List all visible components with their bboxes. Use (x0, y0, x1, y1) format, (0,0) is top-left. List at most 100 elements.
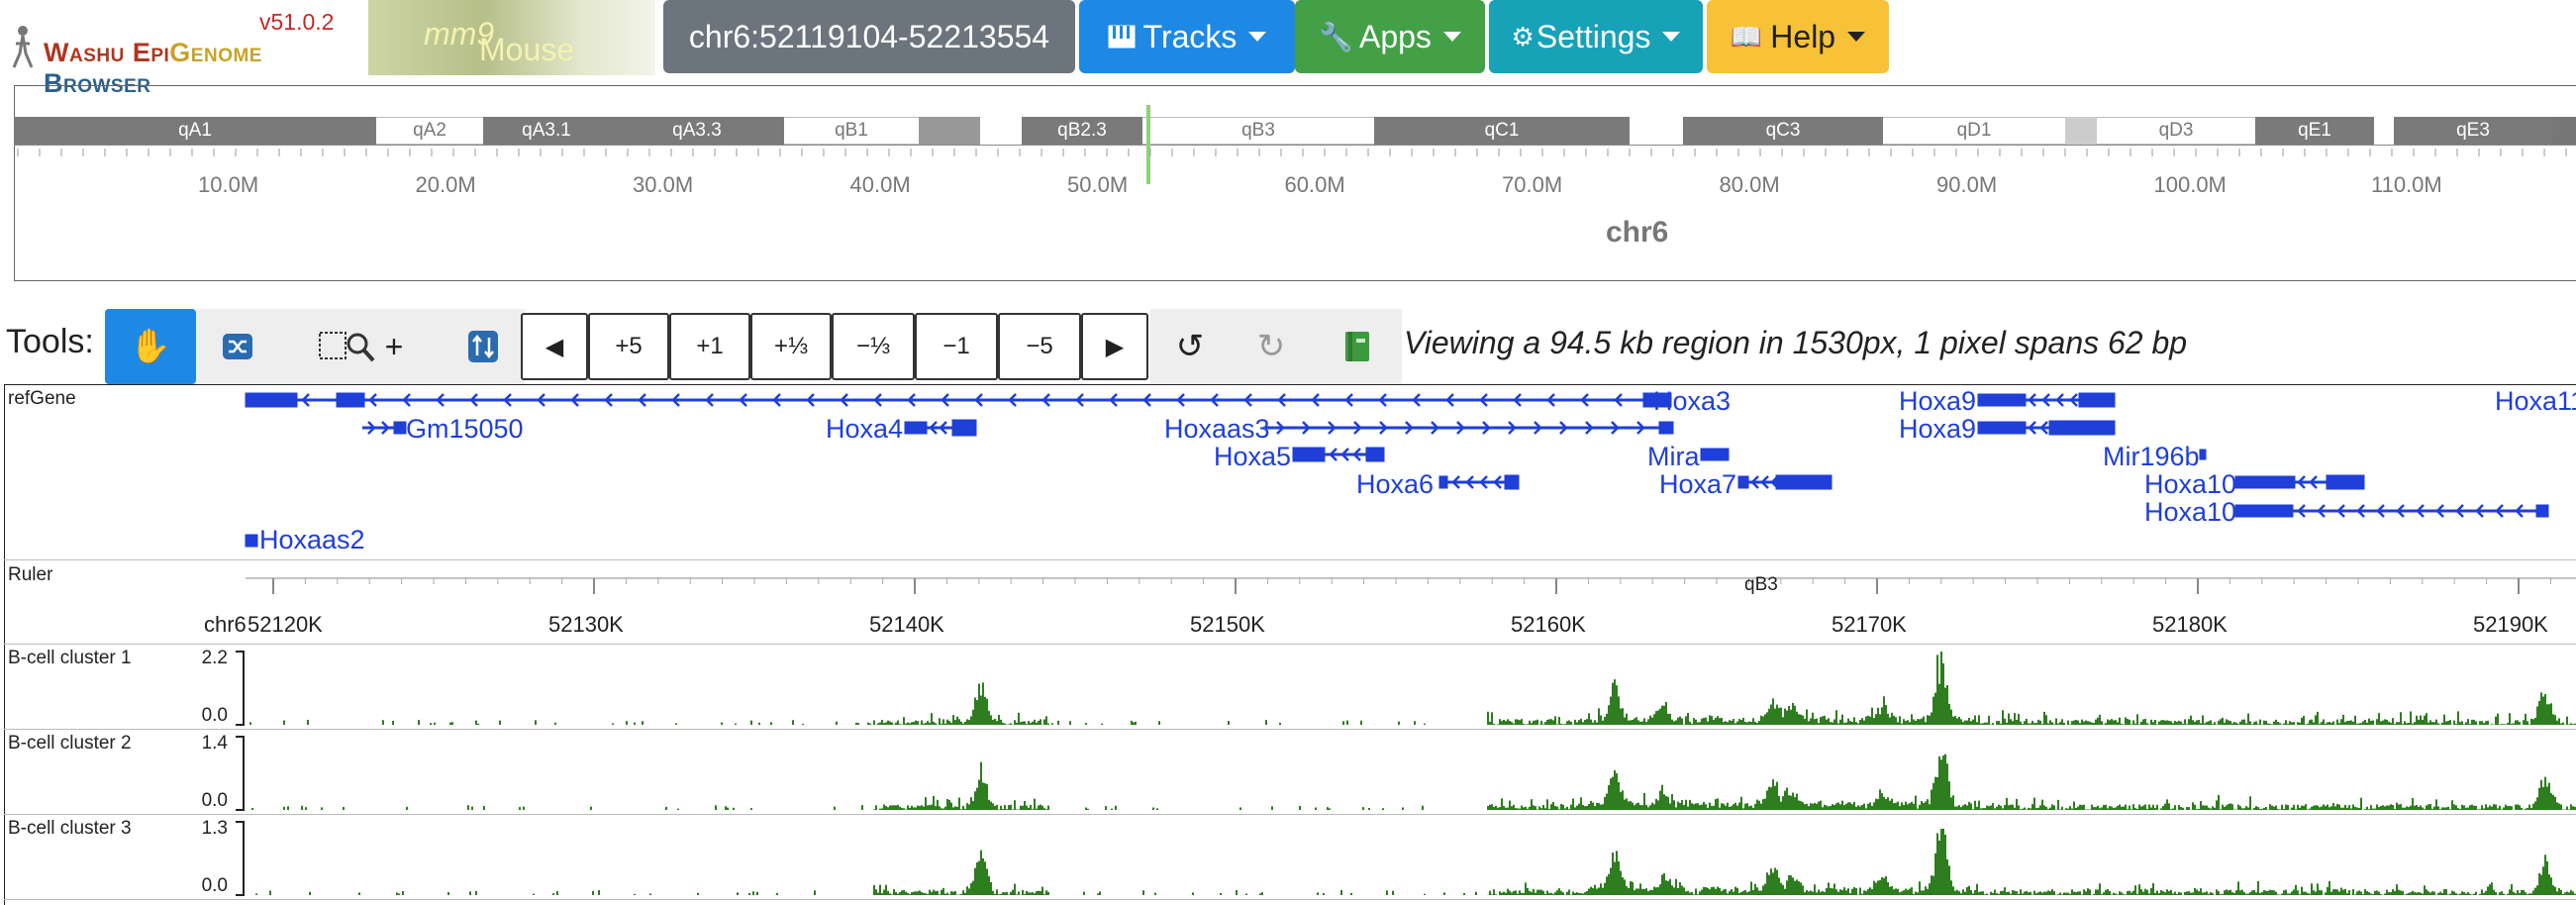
logo-figure-icon (12, 26, 34, 68)
hand-icon: ✋ (129, 328, 172, 365)
gene-label[interactable]: Hoxa5 (1214, 442, 1291, 472)
gene-label[interactable]: Hoxaas2 (259, 525, 365, 555)
ideogram-band: qC1 (1374, 117, 1630, 145)
ideogram-band: qB3 (1142, 117, 1374, 145)
gene-label[interactable]: Hoxa9 (1899, 386, 1976, 417)
gene-label[interactable]: Hoxa9 (1899, 414, 1976, 445)
shuffle-icon (223, 334, 252, 359)
signal-area (246, 829, 2576, 895)
ideogram-tick-label: 70.0M (1502, 172, 1563, 197)
ideogram-band: qA1 (14, 117, 376, 145)
sync-tool-button[interactable] (442, 309, 525, 384)
tools-label: Tools: (6, 323, 94, 360)
ideogram-band-segment (980, 117, 1022, 145)
ideogram-band-segment (2065, 117, 2097, 145)
ruler-tick-label: 52130K (548, 612, 624, 637)
book-open-icon: 📖 (1730, 21, 1763, 51)
tracks-menu-button[interactable]: Tracks (1079, 0, 1295, 73)
reorder-tool-button[interactable] (196, 309, 279, 384)
ideogram-tick-label: 60.0M (1284, 172, 1345, 197)
redo-icon: ↻ (1256, 328, 1286, 365)
ideogram-tick-label: 80.0M (1719, 172, 1780, 197)
gene-label[interactable]: Gm15050 (406, 414, 524, 445)
ideogram-band: qA2 (376, 117, 483, 145)
book-icon (1345, 332, 1369, 361)
signal-area (246, 754, 2576, 810)
ideogram-band-segment (2374, 117, 2394, 145)
signal-area (246, 652, 2576, 725)
genome-banner[interactable]: Mouse mm9 (368, 0, 655, 75)
gene-label[interactable]: Hoxa10 (2144, 497, 2236, 528)
app-version: v51.0.2 (259, 9, 335, 35)
pan-right-button[interactable]: ▶ (1081, 313, 1148, 380)
ideogram-baseline (14, 145, 2576, 146)
ideogram-band: qA3.3 (610, 117, 784, 145)
ruler-tick-label: 52120K (248, 612, 323, 637)
redo-button[interactable]: ↻ (1230, 309, 1313, 384)
ideogram-minor-ticks (17, 149, 2567, 156)
zoom-box-tool-button[interactable]: + (279, 309, 442, 384)
gear-icon: ⚙ (1511, 21, 1535, 51)
ruler-tick-label: 52150K (1190, 612, 1265, 637)
gene-label[interactable]: Hoxa6 (1356, 469, 1434, 500)
gene-label[interactable]: Hoxaas3 (1164, 414, 1270, 445)
signal-plot[interactable] (0, 729, 2576, 814)
ideogram-tick-label: 90.0M (1936, 172, 1998, 197)
zoom-box-icon (318, 332, 375, 362)
piano-icon (1108, 25, 1136, 49)
settings-menu-button[interactable]: ⚙ Settings (1489, 0, 1703, 73)
zoom-in-5-button[interactable]: +5 (588, 313, 669, 380)
genome-label: Mouse mm9 (424, 16, 575, 67)
undo-icon: ↺ (1175, 328, 1205, 365)
zoom-out-1-button[interactable]: −1 (915, 313, 998, 380)
ruler-tick-label: 52170K (1832, 612, 1907, 637)
zoom-in-1-button[interactable]: +1 (669, 313, 750, 380)
ideogram-band: qA3.1 (483, 117, 610, 145)
ideogram-band-segment (2552, 117, 2576, 145)
ruler-chrom-label: chr6 (204, 612, 247, 637)
signal-plot[interactable] (0, 644, 2576, 729)
gene-label[interactable]: Hoxa10 (2144, 469, 2236, 500)
zoom-out-third-button[interactable]: −⅓ (832, 313, 915, 380)
ideogram-band: qE1 (2255, 117, 2374, 145)
gene-label[interactable]: Hoxa11 (2495, 386, 2576, 417)
ruler-tick-label: 52190K (2473, 612, 2548, 637)
ideogram-tick-label: 40.0M (849, 172, 911, 197)
region-button[interactable]: chr6:52119104-52213554 (663, 0, 1075, 73)
navbar: v51.0.2 Washu EpiGenome Browser Mouse mm… (0, 0, 2576, 98)
ideogram-chrom-label: chr6 (1606, 216, 1669, 249)
ideogram-band: qD3 (2097, 117, 2255, 145)
ideogram-tick-label: 10.0M (198, 172, 259, 197)
session-book-button[interactable] (1313, 309, 1402, 384)
gene-label[interactable]: Hoxa3 (1653, 386, 1731, 417)
gene-label[interactable]: Mira (1647, 442, 1700, 472)
ideogram-tick-label: 50.0M (1067, 172, 1129, 197)
zoom-out-5-button[interactable]: −5 (998, 313, 1081, 380)
ruler-tick-label: 52180K (2152, 612, 2228, 637)
track-separator (4, 899, 2576, 900)
ideogram-band-segment (919, 117, 980, 145)
gene-label[interactable]: Hoxa4 (826, 414, 903, 445)
ruler-band-label: qB3 (1744, 574, 1778, 595)
undo-button[interactable]: ↺ (1150, 309, 1230, 384)
help-menu-button[interactable]: 📖 Help (1707, 0, 1889, 73)
sync-icon (468, 331, 498, 362)
signal-plot[interactable] (0, 814, 2576, 899)
gene-label[interactable]: Hoxa7 (1659, 469, 1736, 500)
wrench-icon: 🔧 (1319, 21, 1353, 52)
ruler-tick-label: 52140K (869, 612, 944, 637)
ideogram-band: qB1 (784, 117, 919, 145)
drag-tool-button[interactable]: ✋ (105, 309, 196, 384)
gene-label[interactable]: Mir196b (2103, 442, 2200, 472)
ideogram-band: qB2.3 (1022, 117, 1142, 145)
ideogram-band: qE3 (2394, 117, 2552, 145)
zoom-in-third-button[interactable]: +⅓ (750, 313, 832, 380)
current-region-marker (1146, 105, 1150, 184)
pan-left-button[interactable]: ◀ (521, 313, 588, 380)
browser-logo[interactable]: v51.0.2 Washu EpiGenome Browser (0, 0, 368, 98)
ideogram-band-segment (1630, 117, 1683, 145)
ideogram-band: qD1 (1883, 117, 2065, 145)
ruler-tick-label: 52160K (1511, 612, 1586, 637)
apps-menu-button[interactable]: 🔧 Apps (1295, 0, 1485, 73)
region-info-text: Viewing a 94.5 kb region in 1530px, 1 pi… (1404, 325, 2188, 360)
